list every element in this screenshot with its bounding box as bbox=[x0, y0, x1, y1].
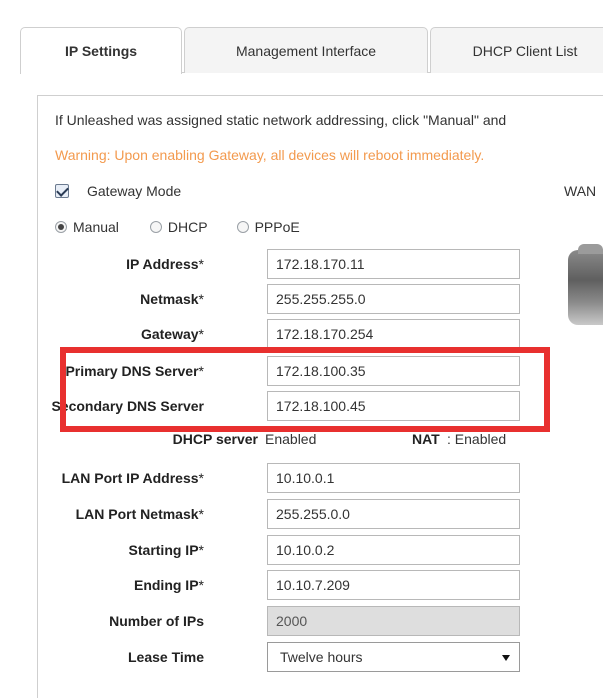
wan-label: WAN bbox=[564, 183, 597, 199]
gateway-row: Gateway* 172.18.170.254 bbox=[0, 319, 540, 349]
number-of-ips-row: Number of IPs 2000 bbox=[0, 606, 540, 636]
nat-label: NAT bbox=[412, 431, 440, 447]
lan-ip-label: LAN Port IP Address* bbox=[61, 470, 204, 486]
radio-pppoe-label: PPPoE bbox=[254, 219, 300, 235]
lan-ip-input[interactable]: 10.10.0.1 bbox=[267, 463, 520, 493]
tab-management-interface[interactable]: Management Interface bbox=[184, 27, 428, 73]
ip-address-input[interactable]: 172.18.170.11 bbox=[267, 249, 520, 279]
netmask-input[interactable]: 255.255.255.0 bbox=[267, 284, 520, 314]
lease-time-row: Lease Time Twelve hours bbox=[0, 642, 540, 672]
ip-address-row: IP Address* 172.18.170.11 bbox=[0, 249, 540, 279]
dhcp-nat-row: DHCP server Enabled NAT : Enabled bbox=[0, 431, 540, 451]
ending-ip-row: Ending IP* 10.10.7.209 bbox=[0, 570, 540, 600]
gateway-label: Gateway* bbox=[140, 326, 204, 342]
gateway-mode-row: Gateway Mode bbox=[55, 181, 181, 201]
lan-ip-row: LAN Port IP Address* 10.10.0.1 bbox=[0, 463, 540, 493]
info-text: If Unleashed was assigned static network… bbox=[55, 112, 507, 128]
number-of-ips-input: 2000 bbox=[267, 606, 520, 636]
radio-pppoe-circle[interactable] bbox=[236, 221, 249, 233]
tab-dhcp-client-list[interactable]: DHCP Client List bbox=[430, 27, 603, 73]
ending-ip-input[interactable]: 10.10.7.209 bbox=[267, 570, 520, 600]
lease-time-select[interactable]: Twelve hours bbox=[267, 642, 520, 672]
starting-ip-input[interactable]: 10.10.0.2 bbox=[267, 535, 520, 565]
gateway-mode-checkbox[interactable] bbox=[55, 184, 69, 198]
radio-pppoe[interactable]: PPPoE bbox=[236, 219, 300, 235]
lan-netmask-row: LAN Port Netmask* 255.255.0.0 bbox=[0, 499, 540, 529]
number-of-ips-label: Number of IPs bbox=[109, 613, 204, 629]
lan-netmask-input[interactable]: 255.255.0.0 bbox=[267, 499, 520, 529]
radio-manual-label: Manual bbox=[73, 219, 119, 235]
ip-address-label: IP Address* bbox=[126, 256, 204, 272]
lease-time-label: Lease Time bbox=[127, 649, 204, 665]
addressing-mode-group: Manual DHCP PPPoE bbox=[55, 217, 300, 237]
dns-highlight-box bbox=[60, 347, 550, 432]
lan-netmask-label: LAN Port Netmask* bbox=[75, 506, 204, 522]
radio-manual[interactable]: Manual bbox=[55, 219, 119, 235]
lease-time-value: Twelve hours bbox=[280, 649, 363, 665]
netmask-row: Netmask* 255.255.255.0 bbox=[0, 284, 540, 314]
radio-manual-circle[interactable] bbox=[55, 221, 67, 233]
chevron-down-icon bbox=[502, 655, 510, 661]
starting-ip-row: Starting IP* 10.10.0.2 bbox=[0, 535, 540, 565]
starting-ip-label: Starting IP* bbox=[128, 542, 204, 558]
warning-text: Warning: Upon enabling Gateway, all devi… bbox=[55, 147, 485, 163]
dhcp-server-value: Enabled bbox=[265, 431, 317, 447]
tab-ip-settings[interactable]: IP Settings bbox=[20, 27, 182, 74]
ending-ip-label: Ending IP* bbox=[133, 577, 204, 593]
netmask-label: Netmask* bbox=[140, 291, 204, 307]
device-image bbox=[568, 244, 603, 325]
gateway-mode-label: Gateway Mode bbox=[87, 183, 182, 199]
radio-dhcp-circle[interactable] bbox=[149, 221, 162, 233]
nat-value: : Enabled bbox=[447, 431, 507, 447]
gateway-input[interactable]: 172.18.170.254 bbox=[267, 319, 520, 349]
radio-dhcp[interactable]: DHCP bbox=[149, 219, 208, 235]
radio-dhcp-label: DHCP bbox=[167, 219, 208, 235]
tab-bar: IP Settings Management Interface DHCP Cl… bbox=[20, 27, 603, 74]
dhcp-server-label: DHCP server bbox=[172, 431, 258, 447]
